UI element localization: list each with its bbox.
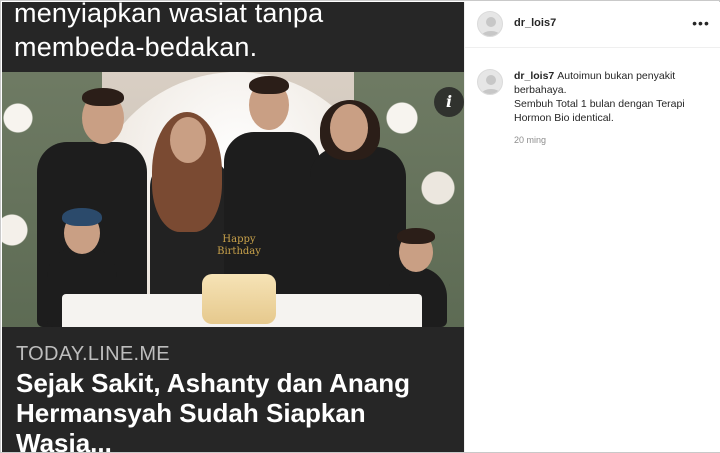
comment-text: dr_lois7 Autoimun bukan penyakit berbahay… xyxy=(514,69,714,125)
info-icon[interactable]: i xyxy=(434,87,464,117)
avatar[interactable] xyxy=(477,69,503,95)
comment-line-2: Sembuh Total 1 bulan dengan Terapi Hormo… xyxy=(514,98,685,124)
more-horizontal-icon[interactable]: ••• xyxy=(691,16,711,30)
media-top-caption: menyiapkan wasiat tanpa membeda-bedakan. xyxy=(14,2,324,62)
person-young-man-hair xyxy=(249,76,289,94)
cake-topper: Happy Birthday xyxy=(217,234,261,257)
comment-line-1: dr_lois7 Autoimun bukan penyakit berbahay… xyxy=(514,69,714,97)
instagram-post-window: menyiapkan wasiat tanpa membeda-bedakan. xyxy=(0,0,720,453)
comment-username[interactable]: dr_lois7 xyxy=(514,70,554,82)
person-child-right-hair xyxy=(397,228,435,244)
avatar[interactable] xyxy=(477,11,503,37)
person-woman-right-head xyxy=(330,104,368,152)
header-username[interactable]: dr_lois7 xyxy=(514,17,556,29)
birthday-cake xyxy=(202,274,276,324)
post-media[interactable]: menyiapkan wasiat tanpa membeda-bedakan. xyxy=(2,2,464,452)
family-photo: Happy Birthday xyxy=(2,72,464,327)
person-child-left-hair xyxy=(62,208,102,226)
post-header: dr_lois7 ••• xyxy=(465,2,720,48)
person-father-hair xyxy=(82,88,124,106)
link-domain[interactable]: TODAY.LINE.ME xyxy=(16,343,170,366)
default-avatar-icon xyxy=(481,75,501,94)
link-title[interactable]: Sejak Sakit, Ashanty dan Anang Hermansya… xyxy=(16,368,456,452)
person-woman-left-head xyxy=(170,117,206,163)
comment-timestamp[interactable]: 20 ming xyxy=(514,135,546,145)
default-avatar-icon xyxy=(481,17,501,36)
post-sidebar: dr_lois7 ••• dr_lois7 Autoimun bukan peny… xyxy=(464,2,720,452)
